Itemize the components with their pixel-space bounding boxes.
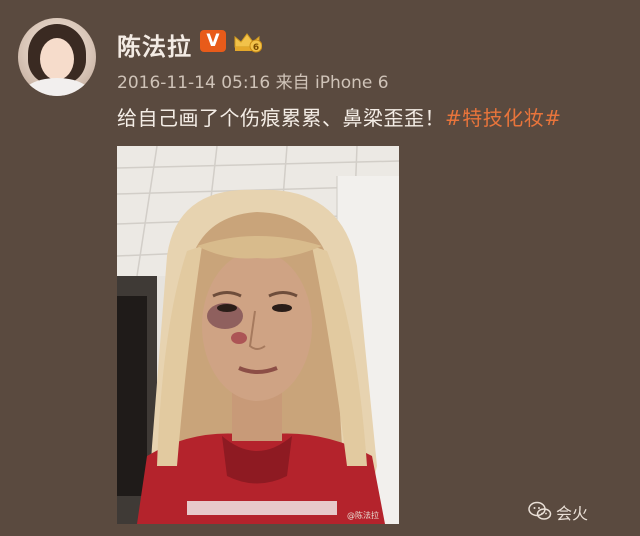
wechat-icon [528, 501, 552, 520]
avatar[interactable] [18, 18, 96, 96]
crown-badge-icon: 6 [234, 33, 262, 53]
photo-caption: @陈法拉 [347, 510, 379, 520]
level-badge-number: 6 [253, 43, 259, 53]
avatar-face [40, 38, 74, 80]
post-body: 给自己画了个伤痕累累、鼻梁歪歪！ [117, 106, 445, 130]
post-photo-illustration: @陈法拉 [117, 146, 399, 524]
username[interactable]: 陈法拉 [117, 27, 192, 62]
avatar-shoulders [24, 78, 90, 96]
verified-badge-icon: V [200, 30, 226, 52]
post-photo[interactable]: @陈法拉 [117, 146, 399, 524]
hashtag-link[interactable]: #特技化妆# [445, 106, 562, 130]
post-timestamp: 2016-11-14 05:16 来自 iPhone 6 [117, 73, 389, 93]
watermark-brand: 会火 [556, 504, 589, 523]
post-text: 给自己画了个伤痕累累、鼻梁歪歪！#特技化妆# [117, 102, 562, 131]
